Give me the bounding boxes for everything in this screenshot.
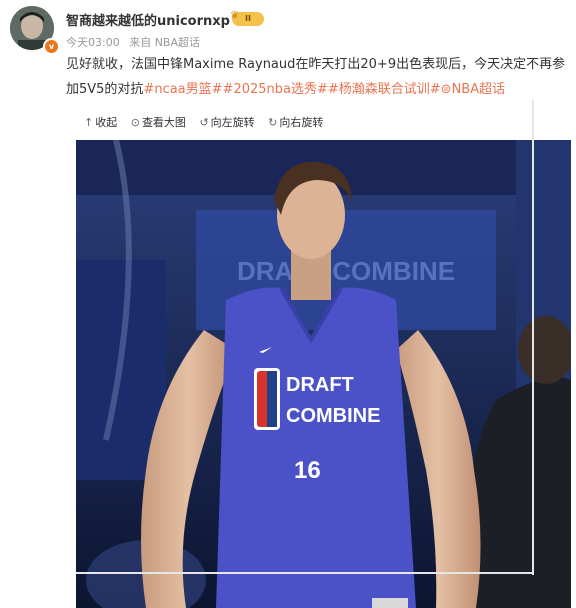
view-large-label: 查看大图 [141,116,186,129]
rotation-guide-vertical [532,100,534,575]
arrow-up-icon: ↑ [84,116,94,129]
vip-level: II [245,14,251,23]
jersey-text-draft: DRAFT [286,374,354,396]
super-topic-icon: ⊜ [440,82,452,97]
rotate-right-label: 向右旋转 [279,116,324,129]
rotate-right-icon: ↻ [268,116,278,129]
rotate-right-button[interactable]: ↻ 向右旋转 [268,114,323,130]
jersey-number: 16 [294,457,321,484]
post-timestamp[interactable]: 今天03:00 [66,36,120,49]
hashtag-2025-draft[interactable]: #2025nba选秀# [223,82,328,97]
post-source[interactable]: 来自 NBA超话 [129,36,200,49]
background-sign: DRAFT COMBINE [237,256,455,286]
image-toolbar: ↑ 收起 ⊙ 查看大图 ↺ 向左旋转 ↻ 向右旋转 [84,114,333,130]
super-topic-link[interactable]: ⊜NBA超话 [441,82,505,97]
super-topic-label: NBA超话 [451,82,506,97]
photo-player-image: DRAFT COMBINE DRAFT COMBINE 16 [76,140,571,608]
post-text: 见好就收，法国中锋Maxime Raynaud在昨天打出20+9出色表现后，今天… [66,52,571,102]
post-meta: 今天03:00 来自 NBA超话 [66,34,206,50]
zoom-icon: ⊙ [130,116,140,129]
rotate-left-icon: ↺ [199,116,209,129]
verified-badge-icon: v [43,38,60,55]
crown-icon: ♛ [230,10,239,21]
hashtag-yang-hansen[interactable]: #杨瀚森联合试训# [328,82,441,97]
rotate-left-button[interactable]: ↺ 向左旋转 [199,114,254,130]
vip-badge[interactable]: ♛ II [230,10,264,26]
collapse-label: 收起 [95,116,118,129]
view-large-button[interactable]: ⊙ 查看大图 [131,114,186,130]
rotation-guide-horizontal [76,572,534,574]
jersey-text-combine: COMBINE [286,405,380,427]
collapse-button[interactable]: ↑ 收起 [84,114,117,130]
username[interactable]: 智商越来越低的unicornxp [66,10,230,29]
post-photo[interactable]: DRAFT COMBINE DRAFT COMBINE 16 [76,140,571,608]
rotate-left-label: 向左旋转 [210,116,255,129]
hashtag-ncaa[interactable]: #ncaa男篮# [143,82,222,97]
